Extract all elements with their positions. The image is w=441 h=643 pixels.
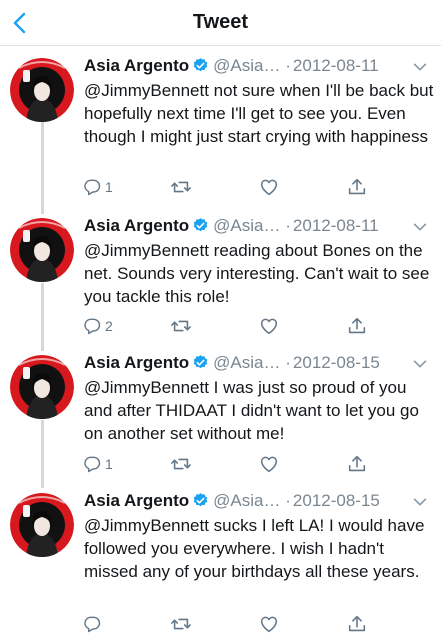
tweet-text: @JimmyBennett sucks I left LA! I would h… xyxy=(84,516,425,581)
avatar-image xyxy=(10,218,74,282)
reply-button[interactable] xyxy=(82,613,105,635)
author-name[interactable]: Asia Argento xyxy=(84,56,189,75)
tweet[interactable]: Asia Argento @Asia… · 2012-08-15 @JimmyBen… xyxy=(0,349,441,487)
avatar[interactable] xyxy=(10,58,74,122)
like-button[interactable] xyxy=(258,176,280,198)
reply-button[interactable]: 1 xyxy=(82,453,113,475)
retweet-icon xyxy=(170,315,192,337)
tweet-header: Asia Argento @Asia… · 2012-08-15 xyxy=(84,353,431,375)
tweet-header: Asia Argento @Asia… · 2012-08-11 xyxy=(84,56,431,78)
share-icon xyxy=(346,453,368,475)
retweet-icon xyxy=(170,176,192,198)
heart-icon xyxy=(258,315,280,337)
tweet-date[interactable]: 2012-08-11 xyxy=(293,216,379,235)
author-handle[interactable]: @Asia… xyxy=(213,216,280,235)
chevron-down-icon[interactable] xyxy=(411,355,429,373)
tweet-header: Asia Argento @Asia… · 2012-08-15 xyxy=(84,491,431,513)
verified-badge-icon xyxy=(192,492,209,509)
chevron-down-icon[interactable] xyxy=(411,493,429,511)
share-icon xyxy=(346,613,368,635)
avatar-image xyxy=(10,58,74,122)
like-button[interactable] xyxy=(258,613,280,635)
tweet-header: Asia Argento @Asia… · 2012-08-11 xyxy=(84,216,431,238)
author-handle[interactable]: @Asia… xyxy=(213,56,280,75)
retweet-button[interactable] xyxy=(170,453,192,475)
separator-dot: · xyxy=(285,216,291,235)
reply-icon xyxy=(82,177,102,197)
retweet-button[interactable] xyxy=(170,613,192,635)
avatar[interactable] xyxy=(10,218,74,282)
reply-icon xyxy=(82,316,102,336)
share-icon xyxy=(346,315,368,337)
author-name[interactable]: Asia Argento xyxy=(84,353,189,372)
tweet-text: @JimmyBennett not sure when I'll be back… xyxy=(84,81,434,146)
author-name[interactable]: Asia Argento xyxy=(84,216,189,235)
share-button[interactable] xyxy=(346,453,368,475)
chevron-down-icon[interactable] xyxy=(411,58,429,76)
author-name[interactable]: Asia Argento xyxy=(84,491,189,510)
chevron-down-icon[interactable] xyxy=(411,218,429,236)
separator-dot: · xyxy=(285,491,291,510)
reply-button[interactable]: 2 xyxy=(82,315,113,337)
avatar-image xyxy=(10,355,74,419)
like-button[interactable] xyxy=(258,453,280,475)
avatar[interactable] xyxy=(10,493,74,557)
retweet-button[interactable] xyxy=(170,315,192,337)
tweet-text: @JimmyBennett reading about Bones on the… xyxy=(84,241,430,306)
verified-badge-icon xyxy=(192,57,209,74)
top-nav-bar: Tweet xyxy=(0,0,441,46)
heart-icon xyxy=(258,453,280,475)
tweet-date[interactable]: 2012-08-15 xyxy=(293,353,380,372)
avatar-image xyxy=(10,493,74,557)
heart-icon xyxy=(258,613,280,635)
reply-icon xyxy=(82,454,102,474)
like-button[interactable] xyxy=(258,315,280,337)
retweet-icon xyxy=(170,453,192,475)
share-button[interactable] xyxy=(346,613,368,635)
separator-dot: · xyxy=(285,353,291,372)
reply-button[interactable]: 1 xyxy=(82,176,113,198)
reply-count: 2 xyxy=(105,318,113,334)
retweet-button[interactable] xyxy=(170,176,192,198)
author-handle[interactable]: @Asia… xyxy=(213,491,280,510)
reply-icon xyxy=(82,614,102,634)
tweet[interactable]: Asia Argento @Asia… · 2012-08-11 @JimmyBen… xyxy=(0,52,441,190)
avatar[interactable] xyxy=(10,355,74,419)
share-icon xyxy=(346,176,368,198)
separator-dot: · xyxy=(285,56,291,75)
retweet-icon xyxy=(170,613,192,635)
heart-icon xyxy=(258,176,280,198)
share-button[interactable] xyxy=(346,176,368,198)
verified-badge-icon xyxy=(192,354,209,371)
tweet-text: @JimmyBennett I was just so proud of you… xyxy=(84,378,419,443)
tweet-date[interactable]: 2012-08-15 xyxy=(293,491,380,510)
share-button[interactable] xyxy=(346,315,368,337)
tweet-date[interactable]: 2012-08-11 xyxy=(293,56,379,75)
reply-count: 1 xyxy=(105,179,113,195)
verified-badge-icon xyxy=(192,217,209,234)
reply-count: 1 xyxy=(105,456,113,472)
author-handle[interactable]: @Asia… xyxy=(213,353,280,372)
tweet[interactable]: Asia Argento @Asia… · 2012-08-11 @JimmyBen… xyxy=(0,212,441,350)
tweet[interactable]: Asia Argento @Asia… · 2012-08-15 @JimmyBen… xyxy=(0,487,441,643)
page-title: Tweet xyxy=(192,11,249,33)
